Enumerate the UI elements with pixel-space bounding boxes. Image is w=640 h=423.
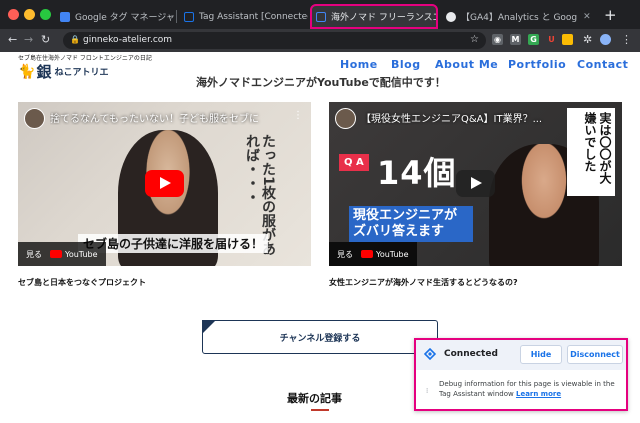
cat-logo-icon: 🐈 <box>18 63 36 80</box>
video-caption: 現役エンジニアがズバリ答えます <box>349 206 473 242</box>
logo-text: ねこアトリエ <box>54 68 109 78</box>
subscribe-channel-button[interactable]: チャンネル登録する <box>202 320 438 354</box>
tab-ginneko-atelier[interactable]: 海外ノマド フリーランスエ ✕ <box>310 4 438 29</box>
section-heading-cut: 海外ノマドエンジニアがYouTubeで配信中です！ <box>196 76 446 89</box>
video-big-text: 14個 <box>377 154 457 192</box>
watch-on-youtube[interactable]: 見る YouTube <box>18 242 106 266</box>
video-embed-2[interactable]: 【現役女性エンジニアQ&A】IT業界？... ⋮ Q A 14個 実は〇〇が大嫌… <box>329 102 622 266</box>
tab-ga4-analytics[interactable]: 【GA4】Analytics と Goog ✕ <box>440 4 592 29</box>
youtube-label: YouTube <box>376 249 409 259</box>
video-label-2: 女性エンジニアが海外ノマド生活するとどうなるの? <box>329 278 518 287</box>
video-title: 捨てるなんてもったいない！子ども服をセブに <box>50 114 259 125</box>
extension-g-icon[interactable]: G <box>528 34 539 45</box>
lock-icon: 🔒 <box>70 35 80 44</box>
tab-label: Tag Assistant [Connected] <box>199 11 308 22</box>
menu-kebab-icon[interactable]: ⋮ <box>621 33 632 46</box>
address-bar[interactable]: 🔒 ginneko-atelier.com ☆ <box>63 32 486 49</box>
heading-underline <box>311 409 329 411</box>
tag-assistant-header: Connected Hide Disconnect <box>416 340 626 370</box>
video-caption: セブ島の子供達に洋服を届ける！ <box>78 234 269 253</box>
tab-google-tag-manager[interactable]: Google タグ マネージャー ✕ <box>54 4 174 29</box>
channel-avatar <box>335 108 356 129</box>
drag-handle-icon[interactable]: ⁞ <box>426 387 428 395</box>
channel-avatar <box>24 108 45 129</box>
tab-label: 【GA4】Analytics と Goog <box>461 13 578 23</box>
youtube-label: YouTube <box>65 249 98 259</box>
browser-tab-bar: Google タグ マネージャー ✕ Tag Assistant [Connec… <box>0 0 640 29</box>
tab-label: 海外ノマド フリーランスエ <box>331 13 438 23</box>
tab-divider <box>176 10 177 23</box>
watch-on-youtube[interactable]: 見る YouTube <box>329 242 417 266</box>
youtube-logo-icon <box>50 250 62 258</box>
camera-extension-icon[interactable]: ◉ <box>492 34 503 45</box>
youtube-logo-icon <box>361 250 373 258</box>
new-tab-icon[interactable]: + <box>604 6 617 24</box>
watch-label: 見る <box>26 249 42 259</box>
nav-blog[interactable]: Blog <box>391 58 421 71</box>
connection-status: Connected <box>444 349 498 359</box>
tab-label: Google タグ マネージャー <box>75 13 174 23</box>
maximize-window-button[interactable] <box>40 9 51 20</box>
corner-accent <box>202 320 216 334</box>
minimize-window-button[interactable] <box>24 9 35 20</box>
nav-portfolio[interactable]: Portfolio <box>508 58 566 71</box>
subscribe-channel-label: チャンネル登録する <box>279 333 361 344</box>
video-title: 【現役女性エンジニアQ&A】IT業界？... <box>361 114 543 125</box>
extension-yellow-icon[interactable] <box>562 34 573 45</box>
hide-button[interactable]: Hide <box>520 345 562 364</box>
page-favicon-icon <box>316 11 326 22</box>
site-logo[interactable]: 🐈 銀 ねこアトリエ <box>18 61 108 82</box>
tag-assistant-icon <box>184 11 194 22</box>
close-window-button[interactable] <box>8 9 19 20</box>
close-icon[interactable]: ✕ <box>577 12 591 22</box>
play-button[interactable] <box>145 170 184 197</box>
latest-articles-heading: 最新の記事 <box>287 392 342 405</box>
video-side-text: 実は〇〇が大嫌いでした <box>567 108 615 196</box>
play-button[interactable] <box>456 170 495 197</box>
page-favicon-icon <box>446 11 456 22</box>
extension-m-icon[interactable]: M <box>510 34 521 45</box>
nav-home[interactable]: Home <box>340 58 378 71</box>
disconnect-button[interactable]: Disconnect <box>567 345 623 364</box>
nav-about-me[interactable]: About Me <box>435 58 498 71</box>
logo-mark: 銀 <box>36 63 52 81</box>
learn-more-link[interactable]: Learn more <box>516 390 561 398</box>
reload-icon[interactable]: ↻ <box>41 33 50 46</box>
more-options-icon[interactable]: ⋮ <box>293 110 303 121</box>
tab-tag-assistant[interactable]: Tag Assistant [Connected] ✕ <box>178 4 308 29</box>
profile-avatar[interactable] <box>600 34 611 45</box>
video-label-1: セブ島と日本をつなぐプロジェクト <box>18 278 146 287</box>
nav-contact[interactable]: Contact <box>577 58 628 71</box>
extension-u-icon[interactable]: U <box>546 34 557 45</box>
tag-assistant-icon <box>424 348 436 360</box>
extensions-puzzle-icon[interactable]: ✲ <box>583 33 592 46</box>
url-text: ginneko-atelier.com <box>83 35 173 45</box>
back-arrow-icon[interactable]: ← <box>8 33 17 46</box>
tag-assistant-panel: Connected Hide Disconnect ⁞ Debug inform… <box>414 338 628 411</box>
video-embed-1[interactable]: 捨てるなんてもったいない！子ども服をセブに ⋮ たった1枚の服があれば・・・ セ… <box>18 102 311 266</box>
debug-info-text: Debug information for this page is viewa… <box>439 379 619 399</box>
forward-arrow-icon[interactable]: → <box>24 33 33 46</box>
browser-toolbar: ← → ↻ 🔒 ginneko-atelier.com ☆ ◉ M G U ✲ … <box>0 29 640 52</box>
bookmark-star-icon[interactable]: ☆ <box>470 34 479 45</box>
tag-manager-icon <box>60 11 70 22</box>
watch-label: 見る <box>337 249 353 259</box>
qa-badge: Q A <box>339 154 369 171</box>
